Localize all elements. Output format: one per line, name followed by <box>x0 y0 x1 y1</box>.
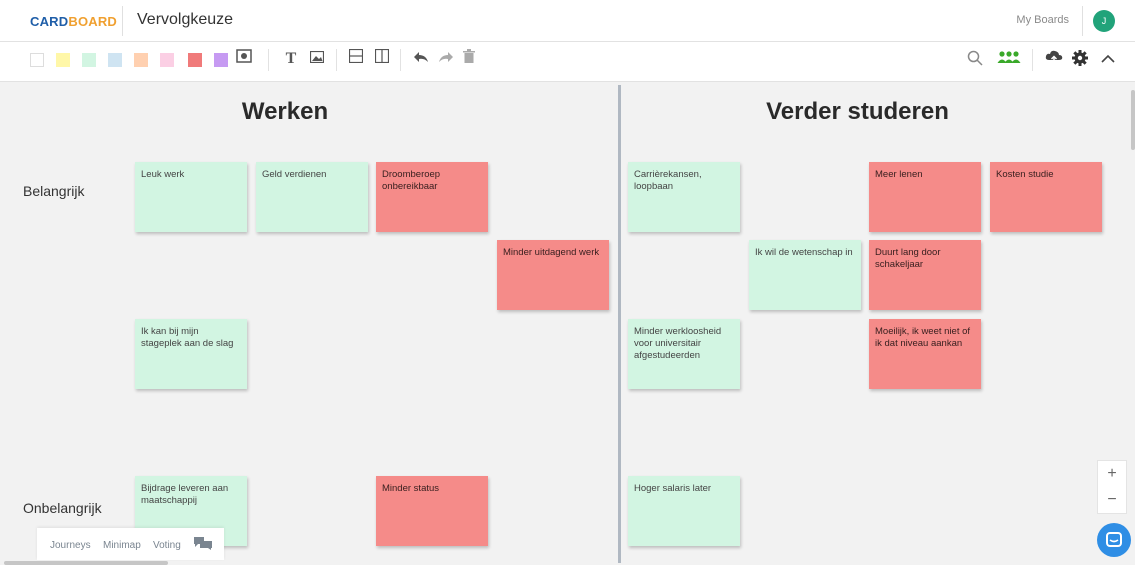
tab-minimap[interactable]: Minimap <box>103 540 141 551</box>
tab-journeys[interactable]: Journeys <box>50 540 91 551</box>
header-divider <box>122 6 123 36</box>
board-title[interactable]: Vervolgkeuze <box>137 11 233 29</box>
cloud-upload-icon[interactable] <box>1045 50 1063 70</box>
zoom-out-button[interactable]: − <box>1097 487 1127 513</box>
note-werkloosheid[interactable]: Minder werkloosheid voor universitair af… <box>628 319 740 389</box>
column-title-werken[interactable]: Werken <box>200 98 370 126</box>
my-boards-link[interactable]: My Boards <box>1016 14 1069 26</box>
note-droomberoep[interactable]: Droomberoep onbereikbaar <box>376 162 488 232</box>
color-swatch-red[interactable] <box>188 53 202 67</box>
row-label-belangrijk[interactable]: Belangrijk <box>23 183 84 199</box>
tab-voting[interactable]: Voting <box>153 540 181 551</box>
gear-icon[interactable] <box>1071 50 1089 70</box>
comments-icon[interactable] <box>194 537 212 555</box>
note-geld-verdienen[interactable]: Geld verdienen <box>256 162 368 232</box>
chat-button[interactable] <box>1097 523 1131 557</box>
row-label-onbelangrijk[interactable]: Onbelangrijk <box>23 500 102 516</box>
note-kosten-studie[interactable]: Kosten studie <box>990 162 1102 232</box>
zoom-in-button[interactable]: + <box>1097 461 1127 487</box>
note-minder-status[interactable]: Minder status <box>376 476 488 546</box>
toolbar-divider <box>268 49 269 71</box>
vertical-split-icon[interactable] <box>372 48 392 69</box>
image-icon[interactable] <box>307 49 327 69</box>
column-title-verder-studeren[interactable]: Verder studeren <box>720 98 995 126</box>
users-icon[interactable] <box>996 50 1022 70</box>
horizontal-split-icon[interactable] <box>346 48 366 69</box>
toolbar-divider <box>1032 49 1033 71</box>
photo-icon[interactable] <box>234 49 254 69</box>
note-carriere[interactable]: Carrièrekansen, loopbaan <box>628 162 740 232</box>
note-leuk-werk[interactable]: Leuk werk <box>135 162 247 232</box>
text-icon[interactable]: T <box>281 49 301 69</box>
note-moeilijk[interactable]: Moeilijk, ik weet niet of ik dat niveau … <box>869 319 981 389</box>
avatar[interactable]: J <box>1093 10 1115 32</box>
color-swatch-blue[interactable] <box>108 53 122 67</box>
cardboard-logo[interactable]: CARDBOARD <box>30 14 117 29</box>
search-icon[interactable] <box>966 50 984 70</box>
vertical-scrollbar[interactable] <box>1131 90 1135 150</box>
color-swatch-orange[interactable] <box>134 53 148 67</box>
chevron-up-icon[interactable] <box>1099 50 1117 70</box>
color-swatch-pink[interactable] <box>160 53 174 67</box>
column-divider[interactable] <box>618 85 621 563</box>
chat-icon <box>1106 532 1122 547</box>
undo-icon[interactable] <box>411 49 431 69</box>
note-duurt-lang[interactable]: Duurt lang door schakeljaar <box>869 240 981 310</box>
toolbar-divider <box>336 49 337 71</box>
note-stageplek[interactable]: Ik kan bij mijn stageplek aan de slag <box>135 319 247 389</box>
note-meer-lenen[interactable]: Meer lenen <box>869 162 981 232</box>
color-swatch-yellow[interactable] <box>56 53 70 67</box>
note-wetenschap[interactable]: Ik wil de wetenschap in <box>749 240 861 310</box>
note-hoger-salaris[interactable]: Hoger salaris later <box>628 476 740 546</box>
note-minder-uitdagend[interactable]: Minder uitdagend werk <box>497 240 609 310</box>
toolbar-divider <box>400 49 401 71</box>
trash-icon[interactable] <box>459 49 479 69</box>
color-swatch-white[interactable] <box>30 53 44 67</box>
color-swatch-green[interactable] <box>82 53 96 67</box>
redo-icon[interactable] <box>436 49 456 69</box>
header-divider-right <box>1082 6 1083 36</box>
horizontal-scrollbar[interactable] <box>4 561 168 565</box>
color-swatch-purple[interactable] <box>214 53 228 67</box>
